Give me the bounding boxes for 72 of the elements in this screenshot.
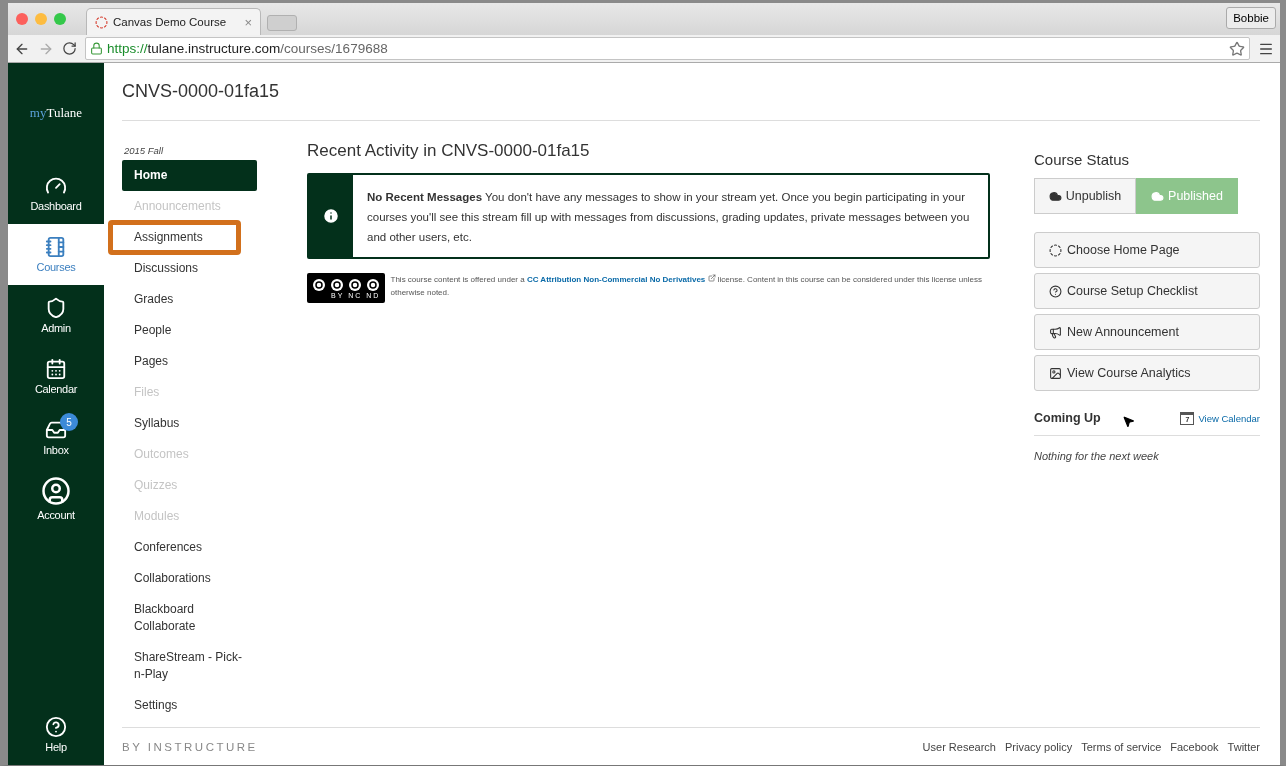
profile-button[interactable]: Bobbie: [1226, 7, 1276, 29]
panel-heading: Course Status: [1034, 151, 1131, 168]
term-label: 2015 Fall: [123, 145, 165, 156]
nav-item[interactable]: Courses: [8, 224, 104, 285]
footer-link[interactable]: Twitter: [1227, 740, 1260, 753]
shield-icon: [45, 297, 67, 319]
course-title: CNVS-0000-01fa15: [122, 63, 1260, 121]
coming-up-heading: Coming Up: [1034, 411, 1101, 425]
nav-item[interactable]: Account: [8, 468, 104, 529]
notebook-icon: [45, 236, 67, 258]
nav-item[interactable]: Dashboard: [8, 163, 104, 224]
course-nav-item[interactable]: Conferences: [122, 532, 257, 563]
course-nav-item[interactable]: Collaborations: [122, 563, 257, 594]
publish-toggle[interactable]: Unpublish: [1034, 178, 1136, 214]
image-icon: [1049, 366, 1062, 380]
url-path: /courses/1679688: [280, 41, 388, 56]
help-item[interactable]: Help: [8, 704, 104, 765]
calendar-icon: [45, 358, 67, 380]
action-button[interactable]: New Announcement: [1034, 314, 1260, 350]
tab-title: Canvas Demo Course: [113, 16, 227, 28]
logo[interactable]: myTulane: [8, 63, 104, 163]
megaphone-icon: [1049, 325, 1062, 339]
view-calendar-link[interactable]: View Calendar: [1198, 412, 1260, 424]
footer-link[interactable]: Facebook: [1170, 740, 1219, 753]
empty-message: Nothing for the next week: [1034, 450, 1160, 462]
dashed-circle-icon: [1049, 243, 1062, 257]
alert-text: No Recent Messages You don't have any messages to show in your stream yet. Once you begin participating in your courses you'll see this stream fill up with messages from discussions, grading updates, private messages between you and other users, etc.: [366, 190, 971, 245]
external-link-icon: [707, 274, 716, 282]
cloud-icon: [1048, 189, 1062, 203]
reload-button[interactable]: [62, 41, 77, 56]
license-link[interactable]: CC Attribution Non-Commercial No Derivatives: [526, 275, 716, 284]
inbox-icon: [45, 419, 67, 441]
user-avatar-icon: [41, 476, 71, 506]
nav-item[interactable]: Calendar: [8, 346, 104, 407]
maximize-window-button[interactable]: [54, 13, 66, 25]
url-host: tulane.instructure.com: [147, 41, 281, 56]
course-nav-item[interactable]: Home: [122, 160, 257, 191]
minimize-window-button[interactable]: [35, 13, 47, 25]
action-button[interactable]: Choose Home Page: [1034, 232, 1260, 268]
address-field[interactable]: https://tulane.instructure.com/courses/1679688: [85, 37, 1250, 60]
course-nav-item[interactable]: Blackboard Collaborate: [122, 594, 257, 642]
star-icon[interactable]: [1229, 40, 1245, 57]
lock-icon: [90, 42, 103, 55]
nav-item[interactable]: Admin: [8, 285, 104, 346]
footer-link[interactable]: User Research: [922, 740, 996, 753]
course-nav-item[interactable]: Settings: [122, 690, 257, 721]
footer-link[interactable]: Privacy policy: [1004, 740, 1073, 753]
url-scheme: https://: [107, 41, 148, 56]
unread-count: 5: [60, 413, 78, 431]
section-heading: Recent Activity in CNVS-0000-01fa15: [307, 141, 591, 161]
footer-link[interactable]: Terms of service: [1081, 740, 1162, 753]
course-nav-item[interactable]: Assignments: [110, 222, 239, 253]
browser-tab[interactable]: Canvas Demo Course ×: [86, 8, 261, 35]
course-nav-item[interactable]: People: [122, 315, 257, 346]
course-nav-item[interactable]: Syllabus: [122, 408, 257, 439]
course-nav-item[interactable]: ShareStream - Pick-n-Play: [122, 642, 257, 690]
license-text: This course content is offered under a CC Attribution Non-Commercial No Derivatives license. Content in this course can be considered under this license unless otherwise noted.: [390, 273, 983, 299]
course-nav-item[interactable]: Pages: [122, 346, 257, 377]
info-icon: [322, 207, 340, 225]
close-window-button[interactable]: [16, 13, 28, 25]
cursor-icon: [1122, 415, 1135, 428]
action-button[interactable]: View Course Analytics: [1034, 355, 1260, 391]
course-nav-item[interactable]: Grades: [122, 284, 257, 315]
footer-brand: BY INSTRUCTURE: [122, 740, 259, 753]
cloud-icon: [1151, 189, 1165, 203]
question-icon: [1049, 284, 1062, 298]
nav-item[interactable]: Inbox 5: [8, 407, 104, 468]
help-icon: [45, 716, 67, 738]
dashed-circle-icon: [95, 15, 108, 29]
course-nav-item[interactable]: Discussions: [122, 253, 257, 284]
new-tab-button[interactable]: [267, 15, 297, 31]
action-button[interactable]: Course Setup Checklist: [1034, 273, 1260, 309]
